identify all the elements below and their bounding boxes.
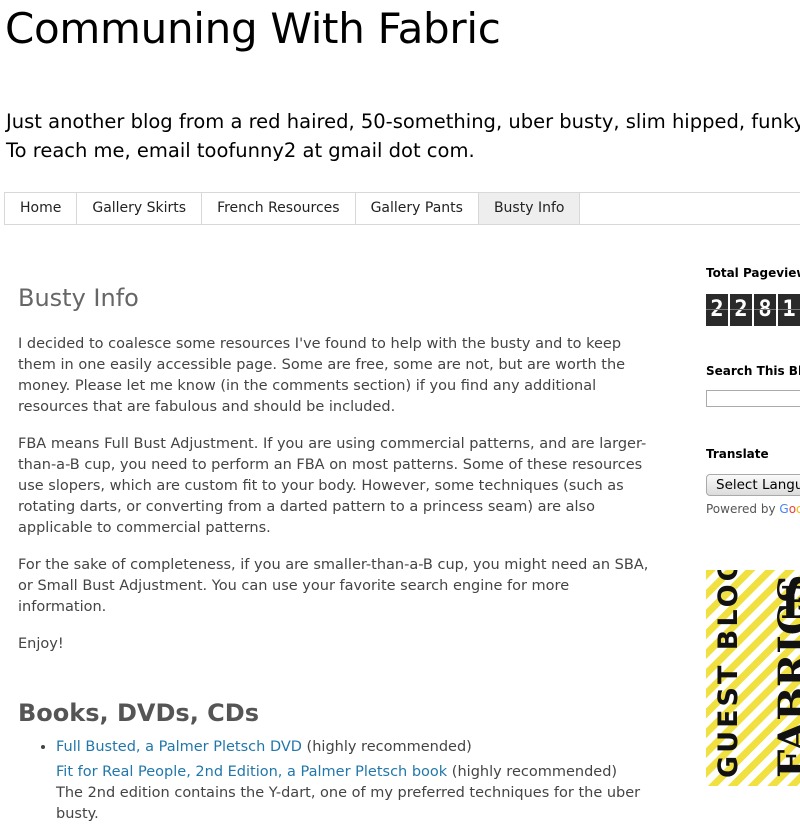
tab-gallery-pants[interactable]: Gallery Pants [356, 193, 479, 224]
pageviews-counter: 2 2 8 1 [706, 294, 800, 326]
resource-line: Full Busted, a Palmer Pletsch DVD (highl… [56, 737, 658, 758]
resource-line: Fit for Real People, 2nd Edition, a Palm… [56, 762, 658, 783]
description-line-2: To reach me, email toofunny2 at gmail do… [6, 139, 475, 162]
badge-guest-blogger-text: GUEST BLOGGER FOR [713, 570, 744, 778]
tab-busty-info[interactable]: Busty Info [478, 193, 581, 224]
pageviews-title: Total Pageviews [706, 266, 800, 280]
post-paragraph-4: Enjoy! [18, 636, 64, 652]
google-letter: G [779, 502, 789, 516]
page-tabs: Home Gallery Skirts French Resources Gal… [4, 192, 800, 225]
blog-description: Just another blog from a red haired, 50-… [6, 107, 800, 165]
post-paragraph-2: FBA means Full Bust Adjustment. If you a… [18, 436, 647, 536]
sidebar: Total Pageviews 2 2 8 1 Search This Blog… [706, 266, 800, 516]
language-select[interactable]: Select Langu [706, 474, 800, 496]
post: Busty Info I decided to coalesce some re… [18, 284, 658, 825]
guest-blogger-badge[interactable]: GUEST BLOGGER FOR FABRICS B [706, 570, 800, 786]
google-letter: o [796, 502, 800, 516]
tab-french-resources[interactable]: French Resources [202, 193, 356, 224]
resource-note: (highly recommended) [301, 739, 472, 755]
tab-gallery-skirts[interactable]: Gallery Skirts [77, 193, 203, 224]
search-input[interactable] [706, 390, 800, 407]
section-title-books: Books, DVDs, CDs [18, 699, 259, 727]
resource-list: Full Busted, a Palmer Pletsch DVD (highl… [18, 737, 658, 825]
counter-digit: 1 [778, 294, 800, 326]
link-fit-for-real-people-book[interactable]: Fit for Real People, 2nd Edition, a Palm… [56, 764, 447, 780]
search-title: Search This Blog [706, 364, 800, 378]
translate-title: Translate [706, 447, 769, 461]
list-item: Full Busted, a Palmer Pletsch DVD (highl… [56, 737, 658, 825]
powered-by-label: Powered by [706, 502, 780, 516]
tab-home[interactable]: Home [5, 193, 78, 224]
badge-letter-b: B [780, 578, 800, 629]
post-title: Busty Info [18, 284, 139, 312]
counter-digit: 8 [754, 294, 776, 326]
powered-by-google[interactable]: Powered by Goo [706, 502, 800, 516]
google-letter: o [788, 502, 797, 516]
description-line-1: Just another blog from a red haired, 50-… [6, 110, 800, 133]
counter-digit: 2 [706, 294, 728, 326]
link-full-busted-dvd[interactable]: Full Busted, a Palmer Pletsch DVD [56, 739, 302, 755]
resource-description: The 2nd edition contains the Y-dart, one… [56, 785, 641, 822]
post-paragraph-1: I decided to coalesce some resources I'v… [18, 336, 626, 415]
blog-title[interactable]: Communing With Fabric [5, 4, 501, 53]
counter-digit: 2 [730, 294, 752, 326]
resource-note: (highly recommended) [447, 764, 618, 780]
post-paragraph-3: For the sake of completeness, if you are… [18, 557, 649, 615]
